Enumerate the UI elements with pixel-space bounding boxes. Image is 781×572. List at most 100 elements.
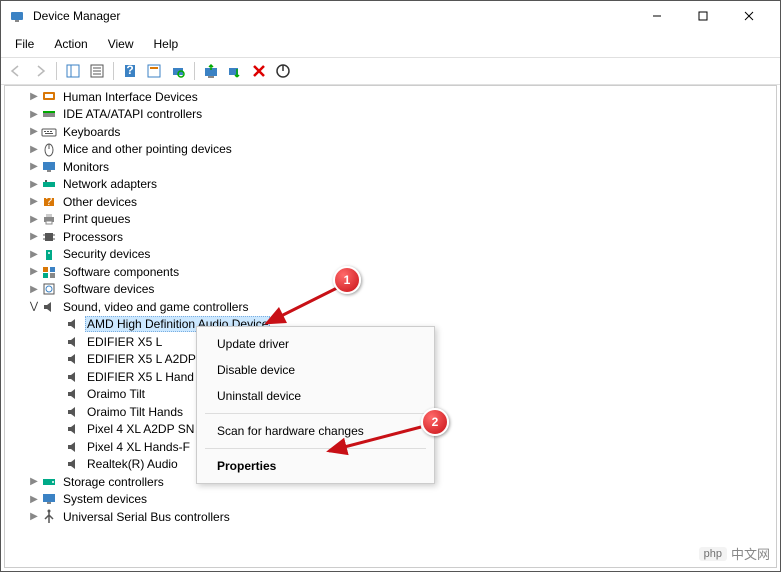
chevron-down-icon[interactable]: ⋁ [27, 301, 41, 312]
speaker-icon [65, 369, 81, 385]
speaker-icon [65, 386, 81, 402]
tree-node-other[interactable]: ▶ ? Other devices [11, 193, 776, 211]
node-label: Monitors [61, 159, 111, 175]
processor-icon [41, 229, 57, 245]
menu-file[interactable]: File [5, 33, 44, 55]
chevron-right-icon[interactable]: ▶ [27, 126, 41, 137]
marker-label: 2 [432, 415, 439, 429]
context-menu-disable-device[interactable]: Disable device [197, 357, 434, 383]
device-manager-window: Device Manager File Action View Help ? [0, 0, 781, 572]
update-driver-button[interactable] [200, 60, 222, 82]
monitor-icon [41, 159, 57, 175]
node-label: EDIFIER X5 L A2DP [85, 351, 198, 367]
usb-icon [41, 509, 57, 525]
watermark-box: php [699, 547, 727, 561]
tree-node-mice[interactable]: ▶ Mice and other pointing devices [11, 141, 776, 159]
back-button[interactable] [5, 60, 27, 82]
mouse-icon [41, 141, 57, 157]
node-label: Realtek(R) Audio [85, 456, 180, 472]
window-controls [634, 1, 772, 31]
toolbar: ? [1, 57, 780, 85]
chevron-right-icon[interactable]: ▶ [27, 161, 41, 172]
ide-icon [41, 106, 57, 122]
title-bar: Device Manager [1, 1, 780, 31]
node-label: IDE ATA/ATAPI controllers [61, 106, 204, 122]
tree-node-sound[interactable]: ⋁ Sound, video and game controllers [11, 298, 776, 316]
context-menu-update-driver[interactable]: Update driver [197, 331, 434, 357]
tree-node-ide[interactable]: ▶ IDE ATA/ATAPI controllers [11, 106, 776, 124]
node-label: Software devices [61, 281, 156, 297]
keyboard-icon [41, 124, 57, 140]
hid-icon [41, 89, 57, 105]
context-menu-separator [205, 448, 426, 449]
menu-view[interactable]: View [98, 33, 144, 55]
software-devices-icon [41, 281, 57, 297]
forward-button[interactable] [29, 60, 51, 82]
tree-node-system[interactable]: ▶ System devices [11, 491, 776, 509]
system-icon [41, 491, 57, 507]
speaker-icon [65, 316, 81, 332]
menu-action[interactable]: Action [44, 33, 97, 55]
context-menu-properties[interactable]: Properties [197, 453, 434, 479]
tree-node-processors[interactable]: ▶ Processors [11, 228, 776, 246]
node-label: Other devices [61, 194, 139, 210]
watermark-text: 中文网 [731, 544, 770, 563]
chevron-right-icon[interactable]: ▶ [27, 109, 41, 120]
node-label: Network adapters [61, 176, 159, 192]
speaker-icon [65, 351, 81, 367]
context-menu-uninstall-device[interactable]: Uninstall device [197, 383, 434, 409]
node-label: Pixel 4 XL A2DP SN [85, 421, 196, 437]
speaker-icon [65, 421, 81, 437]
tree-node-monitors[interactable]: ▶ Monitors [11, 158, 776, 176]
speaker-icon [65, 404, 81, 420]
show-hide-console-button[interactable] [62, 60, 84, 82]
disable-device-button[interactable] [224, 60, 246, 82]
properties-button[interactable] [86, 60, 108, 82]
chevron-right-icon[interactable]: ▶ [27, 284, 41, 295]
node-label: System devices [61, 491, 149, 507]
network-icon [41, 176, 57, 192]
security-icon [41, 246, 57, 262]
action-button[interactable] [143, 60, 165, 82]
help-button[interactable]: ? [119, 60, 141, 82]
context-menu-separator [205, 413, 426, 414]
node-label: Keyboards [61, 124, 122, 140]
context-menu-scan-hardware[interactable]: Scan for hardware changes [197, 418, 434, 444]
uninstall-device-button[interactable] [248, 60, 270, 82]
tree-node-usb[interactable]: ▶ Universal Serial Bus controllers [11, 508, 776, 526]
chevron-right-icon[interactable]: ▶ [27, 91, 41, 102]
software-components-icon [41, 264, 57, 280]
node-label: EDIFIER X5 L [85, 334, 164, 350]
node-label: Oraimo Tilt [85, 386, 147, 402]
tree-node-softdev[interactable]: ▶ Software devices [11, 281, 776, 299]
storage-icon [41, 474, 57, 490]
menu-help[interactable]: Help [144, 33, 189, 55]
chevron-right-icon[interactable]: ▶ [27, 144, 41, 155]
scan-hardware-button[interactable] [167, 60, 189, 82]
chevron-right-icon[interactable]: ▶ [27, 476, 41, 487]
maximize-button[interactable] [680, 1, 726, 31]
tree-node-network[interactable]: ▶ Network adapters [11, 176, 776, 194]
tree-node-softcomp[interactable]: ▶ Software components [11, 263, 776, 281]
minimize-button[interactable] [634, 1, 680, 31]
chevron-right-icon[interactable]: ▶ [27, 266, 41, 277]
chevron-right-icon[interactable]: ▶ [27, 511, 41, 522]
tree-node-keyboards[interactable]: ▶ Keyboards [11, 123, 776, 141]
node-label: Human Interface Devices [61, 89, 200, 105]
node-label: Storage controllers [61, 474, 166, 490]
chevron-right-icon[interactable]: ▶ [27, 196, 41, 207]
chevron-right-icon[interactable]: ▶ [27, 231, 41, 242]
tree-node-security[interactable]: ▶ Security devices [11, 246, 776, 264]
chevron-right-icon[interactable]: ▶ [27, 179, 41, 190]
tree-node-printq[interactable]: ▶ Print queues [11, 211, 776, 229]
node-label: Sound, video and game controllers [61, 299, 250, 315]
marker-label: 1 [344, 273, 351, 287]
chevron-right-icon[interactable]: ▶ [27, 494, 41, 505]
close-button[interactable] [726, 1, 772, 31]
chevron-right-icon[interactable]: ▶ [27, 249, 41, 260]
node-label: EDIFIER X5 L Hand [85, 369, 196, 385]
chevron-right-icon[interactable]: ▶ [27, 214, 41, 225]
tree-node-hid[interactable]: ▶ Human Interface Devices [11, 88, 776, 106]
enable-device-button[interactable] [272, 60, 294, 82]
toolbar-separator [113, 62, 114, 80]
